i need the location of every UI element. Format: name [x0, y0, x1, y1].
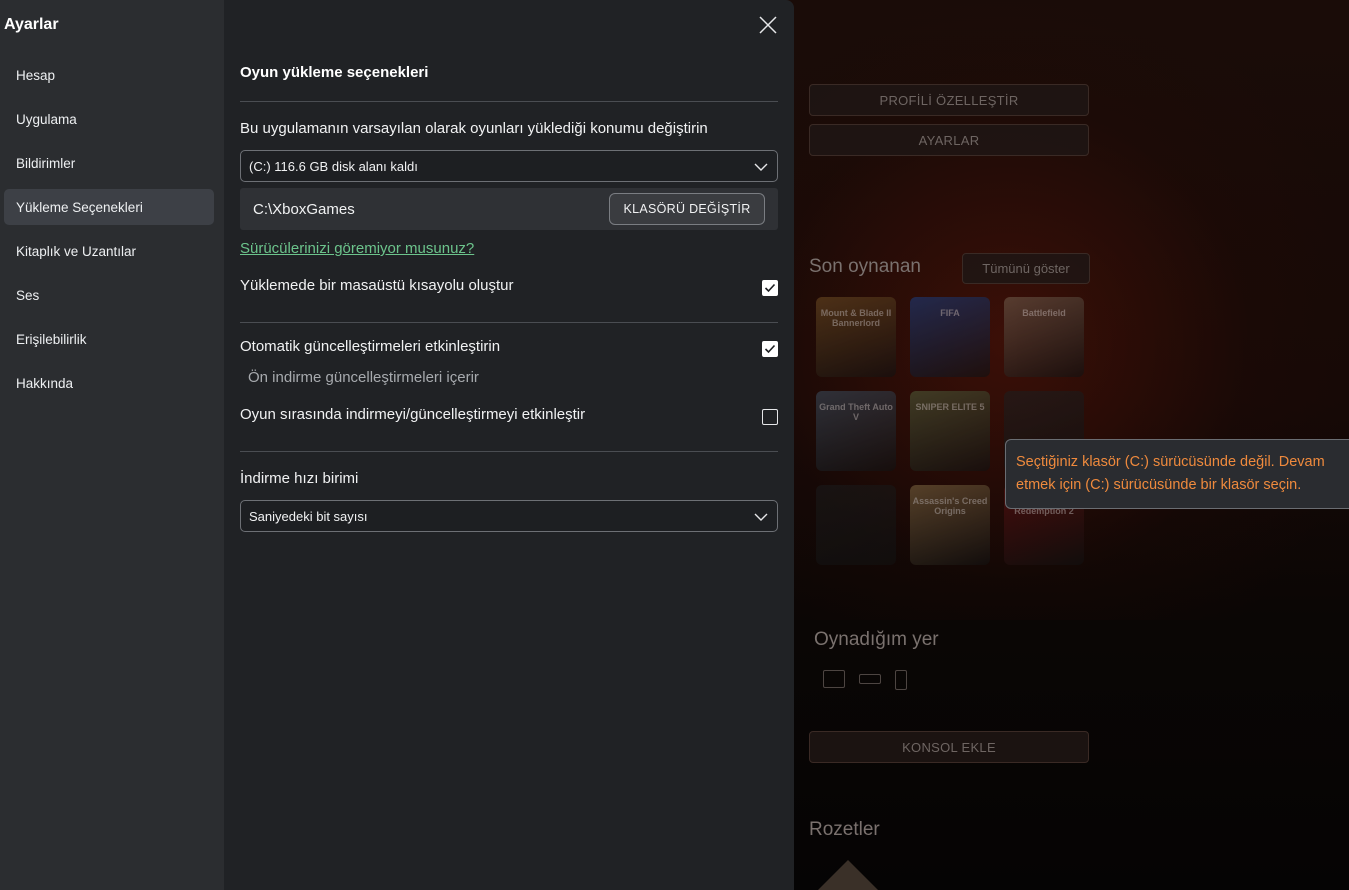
- tooltip-line-1: Seçtiğiniz klasör (C:) sürücüsünde değil…: [1016, 454, 1325, 470]
- played-on-heading: Oynadığım yer: [814, 629, 939, 650]
- recently-played-heading: Son oynanan: [809, 256, 921, 277]
- game-tile[interactable]: [816, 485, 896, 565]
- divider: [240, 322, 778, 323]
- divider: [240, 101, 778, 102]
- nav-item-hakkinda[interactable]: Hakkında: [4, 365, 214, 401]
- settings-modal: Ayarlar Hesap Uygulama Bildirimler Yükle…: [0, 0, 794, 890]
- badge-icon: [818, 860, 878, 890]
- desktop-shortcut-checkbox[interactable]: [762, 280, 778, 296]
- folder-warning-tooltip: Seçtiğiniz klasör (C:) sürücüsünde değil…: [1005, 439, 1349, 509]
- game-tile[interactable]: Battlefield: [1004, 297, 1084, 377]
- drive-dropdown-value: (C:) 116.6 GB disk alanı kaldı: [249, 158, 418, 174]
- chevron-down-icon: [754, 513, 768, 521]
- customize-profile-button[interactable]: PROFİLİ ÖZELLEŞTİR: [809, 84, 1089, 116]
- divider: [240, 451, 778, 452]
- chevron-down-icon: [754, 163, 768, 171]
- game-tile[interactable]: Assassin's Creed Origins: [910, 485, 990, 565]
- install-folder-row: C:\XboxGames KLASÖRÜ DEĞİŞTİR: [240, 188, 778, 230]
- speed-unit-label: İndirme hızı birimi: [240, 470, 359, 487]
- speed-unit-value: Saniyedeki bit sayısı: [249, 508, 368, 524]
- nav-item-yukleme-secenekleri[interactable]: Yükleme Seçenekleri: [4, 189, 214, 225]
- folder-path: C:\XboxGames: [253, 200, 355, 218]
- section-title: Oyun yükleme seçenekleri: [240, 64, 429, 81]
- profile-settings-button[interactable]: AYARLAR: [809, 124, 1089, 156]
- add-console-button[interactable]: KONSOL EKLE: [809, 731, 1089, 763]
- missing-drives-link[interactable]: Sürücülerinizi göremiyor musunuz?: [240, 240, 474, 257]
- auto-updates-checkbox[interactable]: [762, 341, 778, 357]
- change-folder-button[interactable]: KLASÖRÜ DEĞİŞTİR: [609, 193, 765, 225]
- checkmark-icon: [764, 344, 776, 354]
- drive-dropdown[interactable]: (C:) 116.6 GB disk alanı kaldı: [240, 150, 778, 182]
- close-icon: [759, 16, 777, 34]
- game-tile[interactable]: FIFA: [910, 297, 990, 377]
- nav-item-ses[interactable]: Ses: [4, 277, 214, 313]
- settings-title: Ayarlar: [4, 16, 59, 33]
- install-location-label: Bu uygulamanın varsayılan olarak oyunlar…: [240, 120, 708, 137]
- auto-updates-sublabel: Ön indirme güncelleştirmeleri içerir: [248, 369, 479, 386]
- game-tile[interactable]: Mount & Blade II Bannerlord: [816, 297, 896, 377]
- mobile-icon: [895, 670, 907, 690]
- speed-unit-dropdown[interactable]: Saniyedeki bit sayısı: [240, 500, 778, 532]
- console-icon: [859, 674, 881, 684]
- ingame-download-label: Oyun sırasında indirmeyi/güncelleştirmey…: [240, 406, 586, 423]
- game-tile[interactable]: Grand Theft Auto V: [816, 391, 896, 471]
- pc-icon: [823, 670, 845, 688]
- tooltip-line-2: etmek için (C:) sürücüsünde bir klasör s…: [1016, 477, 1302, 493]
- badges-heading: Rozetler: [809, 819, 880, 840]
- show-all-button[interactable]: Tümünü göster: [962, 253, 1090, 284]
- desktop-shortcut-label: Yüklemede bir masaüstü kısayolu oluştur: [240, 277, 514, 294]
- ingame-download-checkbox[interactable]: [762, 409, 778, 425]
- nav-item-erisilebilirlik[interactable]: Erişilebilirlik: [4, 321, 214, 357]
- auto-updates-label: Otomatik güncelleştirmeleri etkinleştiri…: [240, 338, 501, 355]
- checkmark-icon: [764, 283, 776, 293]
- game-tile[interactable]: SNIPER ELITE 5: [910, 391, 990, 471]
- nav-item-kitaplik[interactable]: Kitaplık ve Uzantılar: [4, 233, 214, 269]
- platform-icons: [823, 670, 907, 690]
- close-button[interactable]: [756, 13, 780, 37]
- settings-nav: Hesap Uygulama Bildirimler Yükleme Seçen…: [4, 57, 214, 409]
- nav-item-uygulama[interactable]: Uygulama: [4, 101, 214, 137]
- nav-item-hesap[interactable]: Hesap: [4, 57, 214, 93]
- nav-item-bildirimler[interactable]: Bildirimler: [4, 145, 214, 181]
